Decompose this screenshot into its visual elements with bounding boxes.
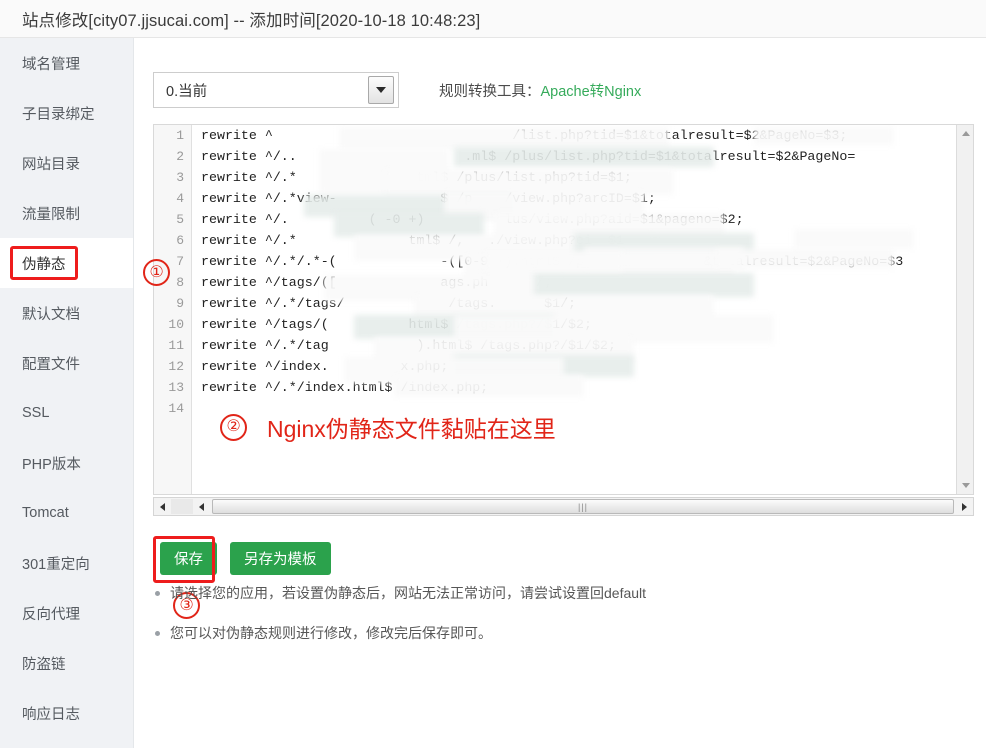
bullet-icon (155, 630, 160, 636)
note-text: 您可以对伪静态规则进行修改，修改完后保存即可。 (170, 625, 492, 641)
scroll-left-outer-icon[interactable] (154, 498, 171, 515)
code-line: rewrite ^/.* tml$ /, ./view.php?ei $1 (201, 233, 624, 248)
line-number: 2 (176, 149, 184, 164)
code-line: rewrite ^/.*view- $ /p /view.php?arcID=$… (201, 191, 656, 206)
code-line: rewrite ^/index. x.php; (201, 359, 449, 374)
rule-template-select-value: 0.当前 (166, 83, 208, 100)
line-number: 12 (168, 359, 184, 374)
code-line: rewrite ^/.*/.*-( -([0-9 +).html$ /pl &t… (201, 254, 904, 269)
sidebar: 域名管理 子目录绑定 网站目录 流量限制 伪静态 默认文档 配置文件 SSL P… (0, 38, 134, 748)
page-title: 站点修改[city07.jjsucai.com] -- 添加时间[2020-10… (22, 11, 481, 30)
main-panel: 0.当前 规则转换工具：Apache转Nginx 1 2 3 4 5 6 7 8… (135, 38, 986, 748)
scroll-down-icon[interactable] (957, 477, 973, 494)
note-item: 请选择您的应用，若设置伪静态后，网站无法正常访问，请尝试设置回default (155, 583, 955, 603)
code-line: rewrite ^ /list.php?tid=$1&totalresult=$… (201, 128, 848, 143)
rule-template-select[interactable]: 0.当前 (153, 72, 399, 108)
sidebar-item-301-redirect[interactable]: 301重定向 (0, 538, 133, 588)
line-number: 14 (168, 401, 184, 416)
editor-horizontal-scrollbar[interactable]: ||| (153, 497, 974, 516)
sidebar-item-subdirectory[interactable]: 子目录绑定 (0, 88, 133, 138)
line-number: 13 (168, 380, 184, 395)
page-root: 站点修改[city07.jjsucai.com] -- 添加时间[2020-10… (0, 0, 986, 748)
sidebar-item-label: SSL (22, 405, 50, 421)
window-titlebar: 站点修改[city07.jjsucai.com] -- 添加时间[2020-10… (0, 0, 986, 38)
sidebar-item-rewrite[interactable]: 伪静态 (0, 238, 133, 288)
note-item: 您可以对伪静态规则进行修改，修改完后保存即可。 (155, 623, 955, 643)
help-notes: 请选择您的应用，若设置伪静态后，网站无法正常访问，请尝试设置回default 您… (155, 583, 955, 663)
scroll-up-icon[interactable] (957, 125, 973, 142)
sidebar-item-ssl[interactable]: SSL (0, 388, 133, 438)
sidebar-item-reverse-proxy[interactable]: 反向代理 (0, 588, 133, 638)
note-text: 请选择您的应用，若设置伪静态后，网站无法正常访问，请尝试设置回default (170, 585, 647, 601)
sidebar-item-label: 流量限制 (22, 206, 80, 223)
sidebar-item-website-directory[interactable]: 网站目录 (0, 138, 133, 188)
scrollbar-grip: ||| (577, 501, 588, 512)
editor-line-numbers: 1 2 3 4 5 6 7 8 9 10 11 12 13 14 (154, 125, 192, 494)
save-as-template-button[interactable]: 另存为模板 (230, 542, 331, 575)
sidebar-item-label: 子目录绑定 (22, 106, 95, 123)
sidebar-item-config-file[interactable]: 配置文件 (0, 338, 133, 388)
sidebar-item-domain[interactable]: 域名管理 (0, 38, 133, 88)
toolbar-row: 0.当前 规则转换工具：Apache转Nginx (153, 72, 641, 108)
code-line: rewrite ^/.* tml$ /plus/list.php?tid=$1; (201, 170, 632, 185)
scrollbar-gap (171, 499, 193, 514)
sidebar-item-tomcat[interactable]: Tomcat (0, 488, 133, 538)
sidebar-item-label: PHP版本 (22, 456, 81, 473)
code-line: rewrite ^/.*/tags/ /tags. $1/; (201, 296, 577, 311)
chevron-down-icon[interactable] (368, 76, 394, 104)
rewrite-rules-editor[interactable]: 1 2 3 4 5 6 7 8 9 10 11 12 13 14 rewrite… (153, 124, 974, 495)
editor-vertical-scrollbar[interactable] (956, 125, 973, 494)
sidebar-item-label: 配置文件 (22, 356, 80, 373)
line-number: 5 (176, 212, 184, 227)
line-number: 4 (176, 191, 184, 206)
line-number: 6 (176, 233, 184, 248)
code-line: rewrite ^/tags/([ ags.ph /; (201, 275, 553, 290)
sidebar-item-php-version[interactable]: PHP版本 (0, 438, 133, 488)
sidebar-item-label: 伪静态 (22, 256, 66, 273)
line-number: 1 (176, 128, 184, 143)
code-line: rewrite ^/. ( -0 +) lus/view.php?aid=$1&… (201, 212, 744, 227)
editor-code-area[interactable]: rewrite ^ /list.php?tid=$1&totalresult=$… (193, 125, 973, 494)
sidebar-item-label: 域名管理 (22, 56, 80, 73)
save-button[interactable]: 保存 (160, 542, 217, 575)
apache-to-nginx-link[interactable]: Apache转Nginx (541, 84, 642, 100)
code-line: rewrite ^/tags/( html$ /tags.php?/$1/$2; (201, 317, 592, 332)
annotation-step-1: ① (143, 259, 170, 286)
sidebar-item-response-log[interactable]: 响应日志 (0, 688, 133, 738)
scroll-left-icon[interactable] (193, 498, 210, 515)
sidebar-item-label: 响应日志 (22, 706, 80, 723)
sidebar-item-default-document[interactable]: 默认文档 (0, 288, 133, 338)
action-button-row: 保存 另存为模板 ③ (153, 536, 331, 619)
sidebar-item-label: 网站目录 (22, 156, 80, 173)
sidebar-item-label: Tomcat (22, 505, 69, 521)
sidebar-item-label: 301重定向 (22, 556, 90, 573)
scroll-right-icon[interactable] (956, 498, 973, 515)
code-line: rewrite ^/.*/tag ).html$ /tags.php?/$1/$… (201, 338, 616, 353)
sidebar-item-traffic-limit[interactable]: 流量限制 (0, 188, 133, 238)
code-line: rewrite ^/.*/index.html$ /index.php; (201, 380, 489, 395)
sidebar-item-label: 防盗链 (22, 656, 66, 673)
code-line: rewrite ^/.. .ml$ /plus/list.php?tid=$1&… (201, 149, 856, 164)
bullet-icon (155, 590, 160, 596)
line-number: 9 (176, 296, 184, 311)
sidebar-item-label: 反向代理 (22, 606, 80, 623)
line-number: 11 (168, 338, 184, 353)
converter-label-text: 规则转换工具： (439, 83, 541, 100)
sidebar-item-label: 默认文档 (22, 306, 80, 323)
line-number: 10 (168, 317, 184, 332)
sidebar-item-anti-leech[interactable]: 防盗链 (0, 638, 133, 688)
converter-label: 规则转换工具：Apache转Nginx (439, 80, 641, 101)
scrollbar-thumb[interactable]: ||| (212, 499, 954, 514)
line-number: 3 (176, 170, 184, 185)
